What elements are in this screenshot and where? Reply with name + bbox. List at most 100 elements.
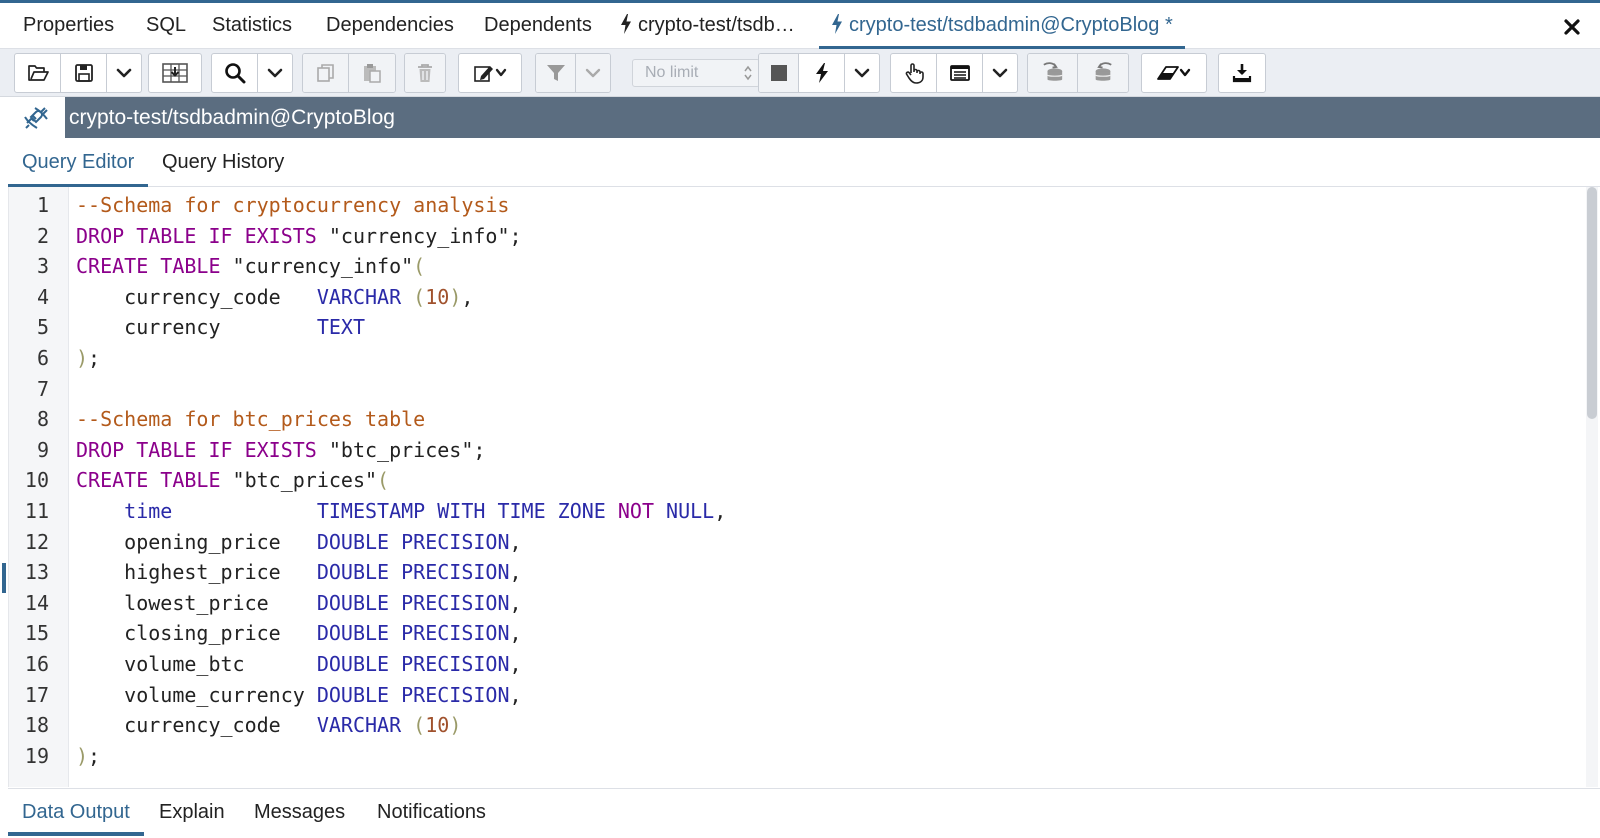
code-text: DROP TABLE IF EXISTS "btc_prices"; (76, 435, 485, 466)
delete-button-group (404, 53, 446, 93)
panel-tab-bar: Properties SQL Statistics Dependencies D… (0, 3, 1600, 49)
line-number: 15 (24, 621, 49, 646)
code-token: , (509, 621, 522, 646)
code-text: --Schema for cryptocurrency analysis (76, 190, 509, 221)
download-icon (1232, 64, 1252, 83)
tab-query-tool-1[interactable]: crypto-test/tsdb… (620, 3, 795, 49)
save-options-dropdown[interactable] (107, 54, 141, 92)
code-text: closing_price DOUBLE PRECISION, (76, 618, 522, 649)
tab-sql[interactable]: SQL (146, 3, 186, 49)
updown-spinner-icon (744, 65, 752, 81)
tab-label: Query History (162, 151, 285, 173)
code-token: volume_currency (76, 682, 317, 707)
save-button[interactable] (61, 54, 107, 92)
find-button[interactable] (212, 54, 258, 92)
code-token: ) (76, 346, 89, 370)
paste-button[interactable] (349, 54, 395, 92)
edit-button[interactable] (459, 54, 521, 92)
code-line: 3 CREATE TABLE "currency_info"( (9, 251, 1569, 282)
rollback-button[interactable] (1078, 54, 1128, 92)
transaction-button-group (1027, 53, 1129, 93)
code-token: ) (449, 284, 462, 309)
code-text: volume_btc DOUBLE PRECISION, (76, 649, 521, 680)
code-token: --Schema for btc_prices table (76, 407, 426, 432)
sql-code-editor[interactable]: 1 --Schema for cryptocurrency analysis 2 DR… (8, 187, 1600, 787)
tab-data-output[interactable]: Data Output (8, 789, 144, 836)
filter-button[interactable] (536, 54, 576, 92)
editor-tab-bar: Query Editor Query History (7, 138, 1600, 188)
tab-statistics[interactable]: Statistics (212, 3, 292, 49)
code-line: 6); (9, 343, 1569, 374)
code-token: DROP TABLE IF EXISTS (76, 223, 317, 248)
code-token: DOUBLE PRECISION (316, 560, 510, 585)
explain-analyze-button[interactable] (937, 54, 983, 92)
open-file-button[interactable] (15, 54, 61, 92)
line-number: 3 (36, 254, 49, 279)
code-token: , (509, 590, 522, 615)
explain-button[interactable] (891, 54, 937, 92)
code-token: , (461, 284, 474, 309)
tab-properties[interactable]: Properties (23, 3, 114, 49)
chevron-down-icon (992, 68, 1008, 78)
code-text: currency_code VARCHAR (10), (76, 282, 473, 313)
tab-messages[interactable]: Messages (254, 789, 345, 835)
tab-dependents[interactable]: Dependents (484, 3, 592, 49)
code-line: 8 --Schema for btc_prices table (9, 404, 1569, 435)
tab-query-editor[interactable]: Query Editor (7, 138, 149, 188)
code-token: NOT (617, 499, 654, 523)
stop-query-button[interactable] (759, 54, 799, 92)
code-line: 5 currency TEXT (9, 312, 1569, 343)
tab-label: Notifications (377, 801, 486, 823)
lightning-icon (621, 14, 631, 34)
editor-scrollbar-thumb[interactable] (1587, 187, 1597, 419)
find-options-dropdown[interactable] (258, 54, 292, 92)
code-line: 16 volume_btc DOUBLE PRECISION, (9, 649, 1569, 680)
editor-scrollbar[interactable] (1586, 187, 1598, 787)
tab-query-history[interactable]: Query History (162, 138, 284, 187)
download-button[interactable] (1219, 54, 1265, 92)
code-token: ( (413, 254, 426, 279)
row-limit-select[interactable]: No limit (632, 59, 760, 87)
explain-button-group (890, 53, 1018, 93)
edit-button-group (458, 53, 522, 93)
tab-label: Properties (23, 14, 115, 36)
execute-button[interactable] (799, 54, 845, 92)
tab-explain[interactable]: Explain (159, 789, 225, 835)
code-line: 19); (9, 741, 1569, 772)
code-token: ( (377, 468, 390, 493)
delete-button[interactable] (405, 54, 445, 92)
code-token: --Schema for cryptocurrency analysis (76, 193, 510, 217)
code-line: 2 DROP TABLE IF EXISTS "currency_info"; (9, 221, 1569, 252)
stop-icon (770, 65, 787, 81)
connection-link-icon[interactable] (22, 105, 50, 131)
code-token: DROP TABLE IF EXISTS (76, 437, 317, 462)
code-token: CREATE TABLE (76, 254, 221, 279)
close-icon[interactable] (1562, 17, 1582, 37)
code-line: 17 volume_currency DOUBLE PRECISION, (9, 680, 1569, 711)
tab-label: Dependents (484, 14, 592, 36)
line-number: 16 (24, 652, 49, 676)
explain-options-dropdown[interactable] (983, 54, 1017, 92)
chevron-down-icon (116, 68, 132, 78)
code-line: 9 DROP TABLE IF EXISTS "btc_prices"; (9, 435, 1569, 466)
line-number: 10 (24, 468, 49, 493)
filter-options-dropdown[interactable] (576, 54, 610, 92)
copy-button[interactable] (303, 54, 349, 92)
code-token: VARCHAR (316, 713, 402, 738)
line-number: 9 (36, 437, 49, 462)
line-number: 19 (24, 743, 49, 768)
line-number: 8 (36, 407, 49, 432)
code-text: ); (76, 343, 100, 374)
commit-button[interactable] (1028, 54, 1078, 92)
line-number: 13 (24, 560, 49, 585)
code-token: highest_price (76, 560, 317, 585)
code-token: "currency_info"; (316, 223, 522, 248)
tab-query-tool-active[interactable]: crypto-test/tsdbadmin@CryptoBlog * (819, 3, 1185, 49)
tab-dependencies[interactable]: Dependencies (326, 3, 454, 49)
execute-options-dropdown[interactable] (845, 54, 879, 92)
save-data-button[interactable] (149, 54, 201, 92)
open-file-icon (27, 65, 49, 81)
clear-button[interactable] (1142, 54, 1206, 92)
code-line: 4 currency_code VARCHAR (10), (9, 282, 1569, 313)
tab-notifications[interactable]: Notifications (377, 789, 486, 835)
